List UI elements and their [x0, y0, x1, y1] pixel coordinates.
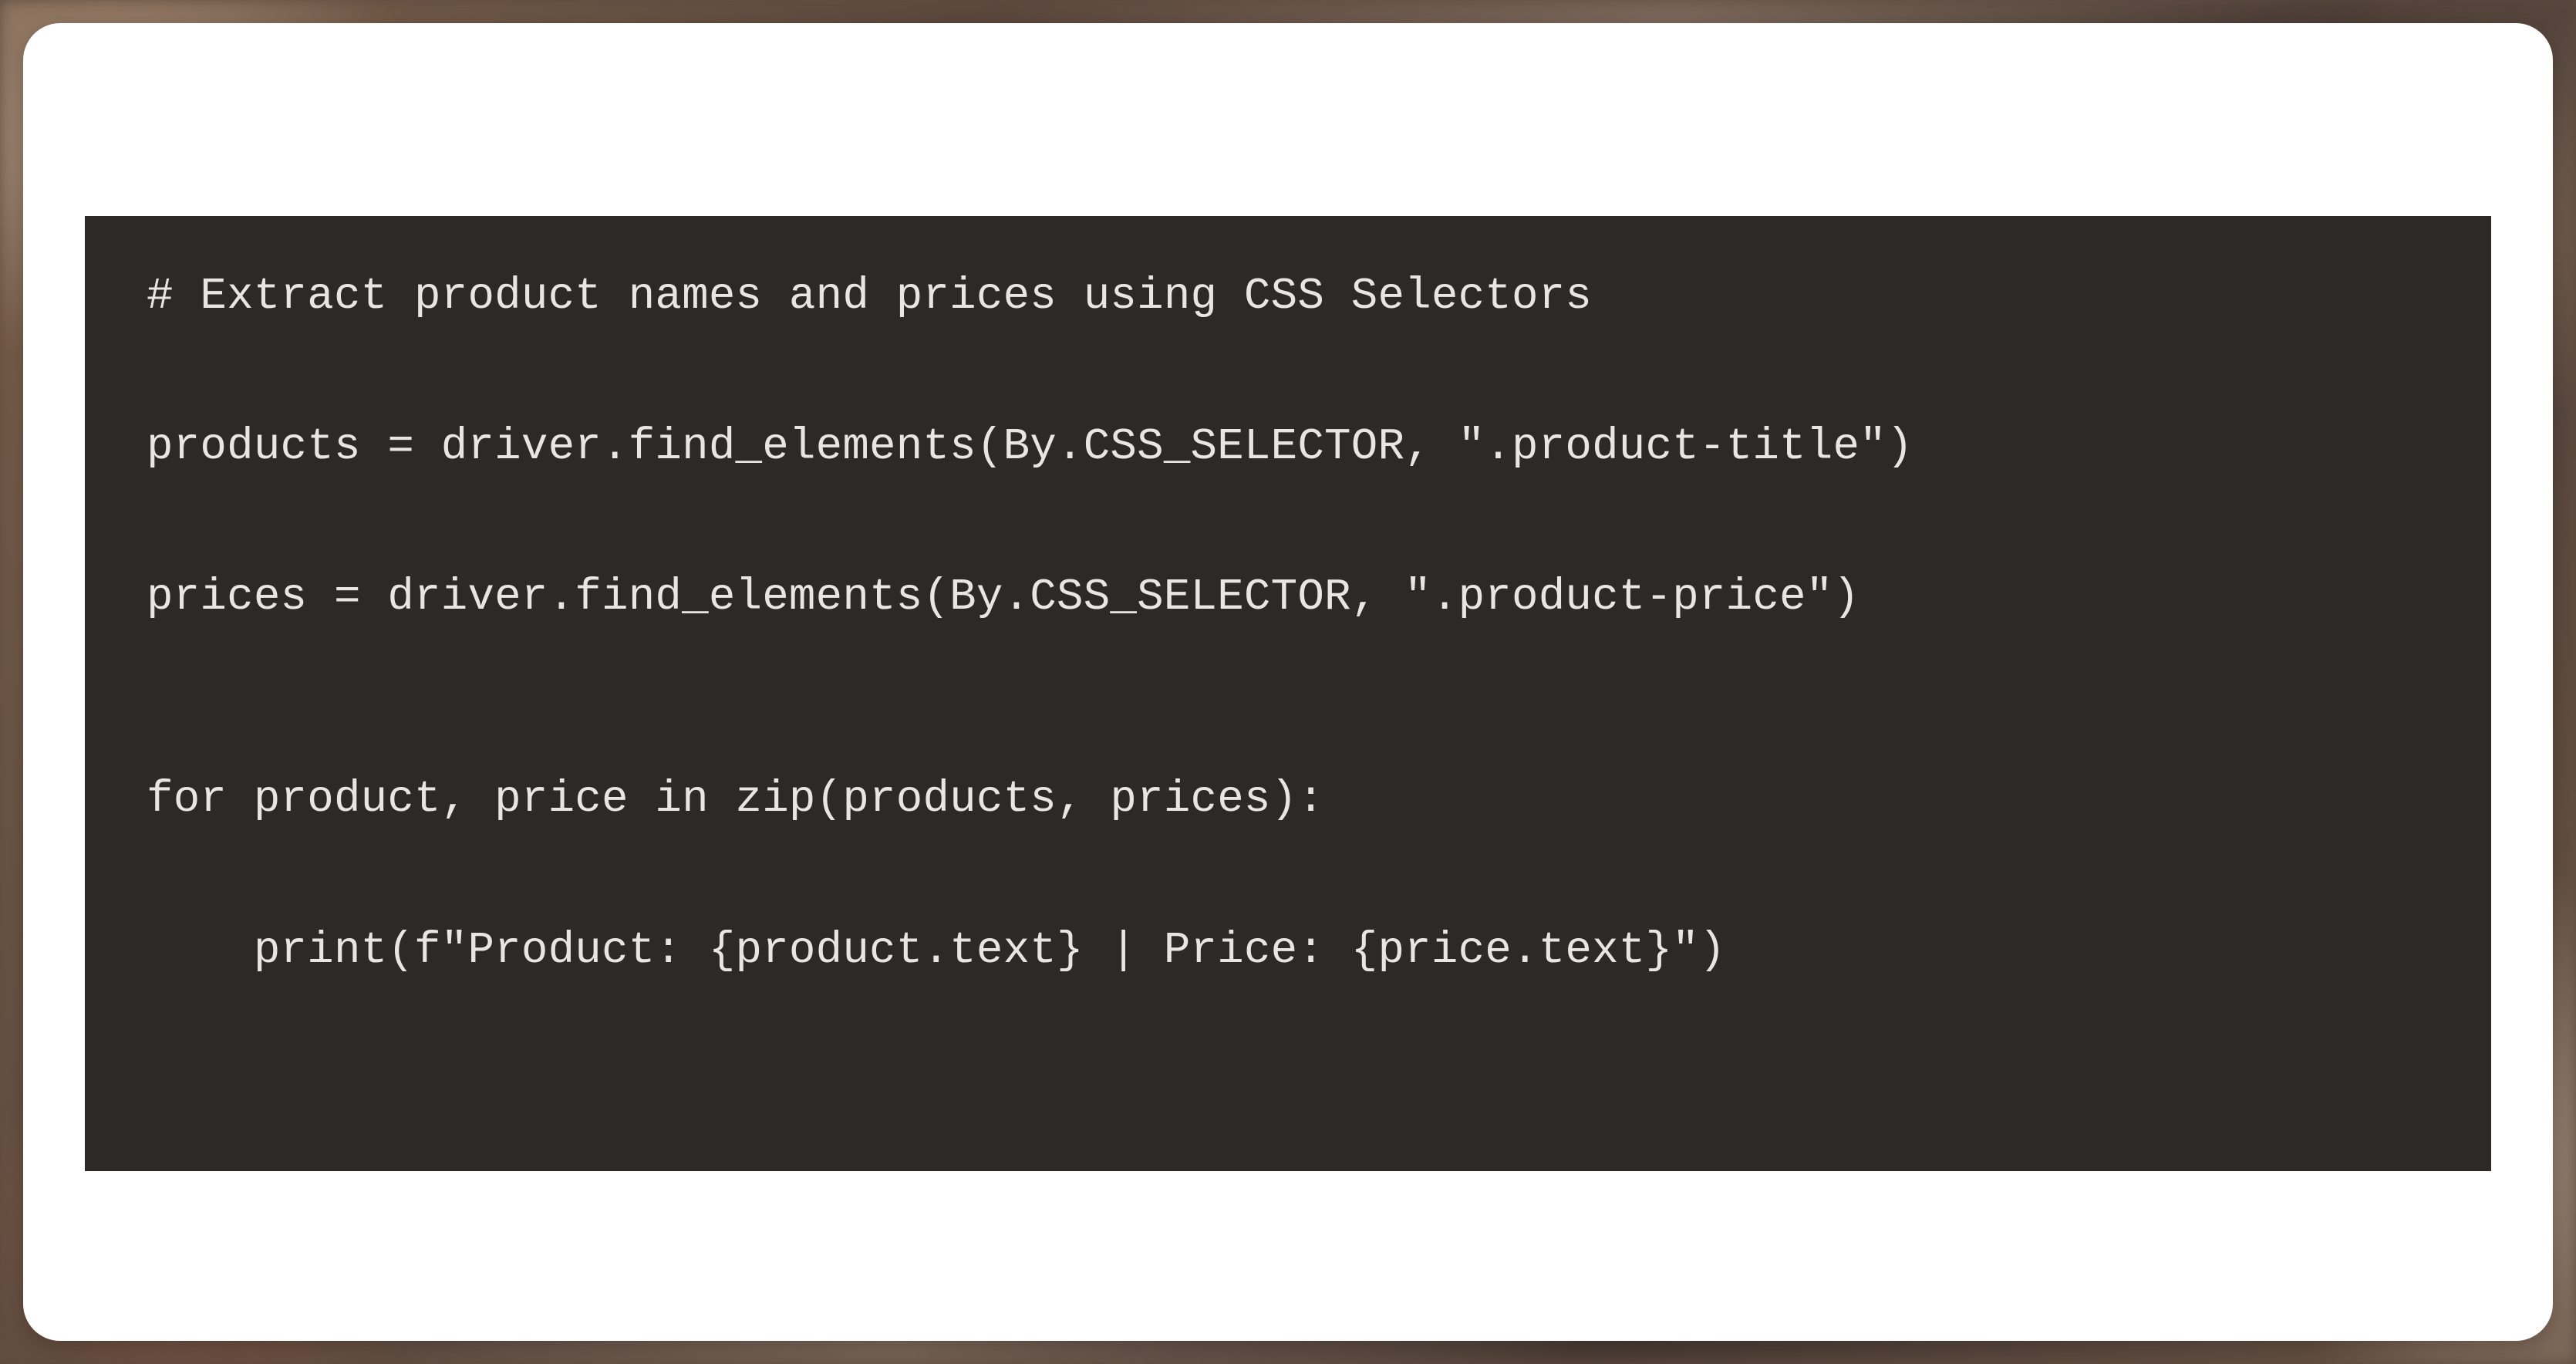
code-block: # Extract product names and prices using… [85, 216, 2491, 1171]
code-line-2: products = driver.find_elements(By.CSS_S… [147, 420, 2429, 474]
code-line-5: print(f"Product: {product.text} | Price:… [147, 924, 2429, 978]
content-card: # Extract product names and prices using… [23, 23, 2553, 1341]
blank-line [147, 721, 2429, 773]
code-line-3: prices = driver.find_elements(By.CSS_SEL… [147, 571, 2429, 625]
code-line-4: for product, price in zip(products, pric… [147, 773, 2429, 827]
code-line-1: # Extract product names and prices using… [147, 270, 2429, 324]
